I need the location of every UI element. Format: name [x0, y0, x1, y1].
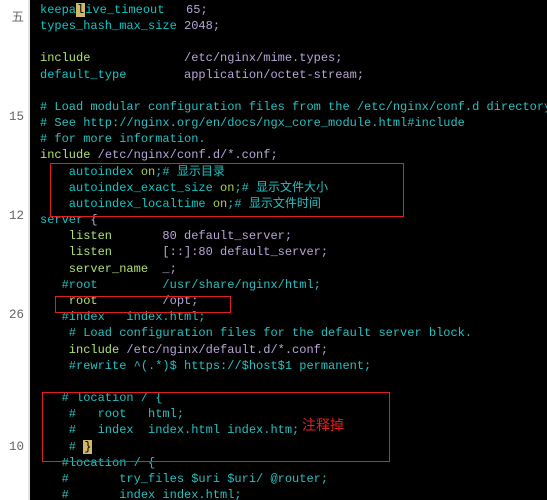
code-token: default_type: [40, 68, 126, 82]
gutter-row: 10: [0, 431, 28, 464]
code-token: ive_timeout: [85, 3, 164, 17]
code-line: #root /usr/share/nginx/html;: [40, 277, 541, 293]
code-line: # location / {: [40, 390, 541, 406]
code-line: #index index.html;: [40, 309, 541, 325]
code-line: autoindex_exact_size on;# 显示文件大小: [40, 180, 541, 196]
code-line: server {: [40, 212, 541, 228]
code-token: ;# 显示文件大小: [234, 181, 328, 195]
code-token: # for more information.: [40, 132, 206, 146]
code-token: 80 default_server;: [112, 229, 292, 243]
code-line: #location / {: [40, 455, 541, 471]
code-line: types_hash_max_size 2048;: [40, 18, 541, 34]
code-line: [40, 83, 541, 99]
code-line: # Load modular configuration files from …: [40, 99, 541, 115]
code-token: #: [40, 440, 83, 454]
code-token: /etc/nginx/conf.d/*.conf;: [90, 148, 277, 162]
code-token: 2048;: [177, 19, 220, 33]
code-token: server: [40, 213, 90, 227]
code-token: # Load modular configuration files from …: [40, 100, 547, 114]
code-token: root: [40, 294, 98, 308]
code-line: # Load configuration files for the defau…: [40, 325, 541, 341]
code-token: 65;: [164, 3, 207, 17]
code-token: listen: [40, 229, 112, 243]
code-token: on: [220, 181, 234, 195]
code-token: autoindex: [40, 165, 141, 179]
code-token: # See http://nginx.org/en/docs/ngx_core_…: [40, 116, 465, 130]
code-token: include: [40, 51, 90, 65]
code-token: /etc/nginx/default.d/*.conf;: [119, 343, 328, 357]
code-line: include /etc/nginx/mime.types;: [40, 50, 541, 66]
code-line: # try_files $uri $uri/ @router;: [40, 471, 541, 487]
code-token: autoindex_exact_size: [40, 181, 220, 195]
code-line: # }: [40, 439, 541, 455]
gutter-row: [0, 266, 28, 299]
code-token: # index index.html;: [40, 488, 242, 500]
code-token: #location / {: [40, 456, 155, 470]
code-line: root /opt;: [40, 293, 541, 309]
gutter-row: [0, 35, 28, 68]
code-line: default_type application/octet-stream;: [40, 67, 541, 83]
code-token: keepa: [40, 3, 76, 17]
gutter-row: [0, 233, 28, 266]
code-line: include /etc/nginx/conf.d/*.conf;: [40, 147, 541, 163]
code-line: #rewrite ^(.*)$ https://$host$1 permanen…: [40, 358, 541, 374]
code-token: [::]:80 default_server;: [112, 245, 328, 259]
code-token: listen: [40, 245, 112, 259]
gutter-row: 五: [0, 2, 28, 35]
gutter-row: 15: [0, 101, 28, 134]
code-token: #index index.html;: [40, 310, 206, 324]
code-line: keepalive_timeout 65;: [40, 2, 541, 18]
code-token: # index index.html index.htm;: [40, 423, 299, 437]
code-token: # root html;: [40, 407, 184, 421]
code-token: # Load configuration files for the defau…: [40, 326, 472, 340]
code-line: # index index.html index.htm;: [40, 422, 541, 438]
code-token: on: [141, 165, 155, 179]
gutter-row: [0, 398, 28, 431]
code-token: l: [76, 3, 85, 17]
code-line: # for more information.: [40, 131, 541, 147]
code-token: types_hash_max_size: [40, 19, 177, 33]
code-token: include: [40, 343, 119, 357]
code-token: ;# 显示目录: [155, 165, 225, 179]
code-token: _;: [148, 262, 177, 276]
code-line: server_name _;: [40, 261, 541, 277]
code-line: # See http://nginx.org/en/docs/ngx_core_…: [40, 115, 541, 131]
code-line: [40, 374, 541, 390]
gutter-row: 12: [0, 200, 28, 233]
line-number-gutter: 五 15 12 26 10: [0, 0, 28, 500]
code-line: # root html;: [40, 406, 541, 422]
screenshot-root: 五15122610 keepalive_timeout 65;types_has…: [0, 0, 547, 500]
code-line: [40, 34, 541, 50]
code-token: application/octet-stream;: [126, 68, 364, 82]
code-line: listen 80 default_server;: [40, 228, 541, 244]
code-editor[interactable]: keepalive_timeout 65;types_hash_max_size…: [30, 0, 547, 500]
code-line: listen [::]:80 default_server;: [40, 244, 541, 260]
code-token: /etc/nginx/mime.types;: [90, 51, 342, 65]
code-token: # location / {: [40, 391, 162, 405]
code-token: on: [213, 197, 227, 211]
gutter-row: [0, 167, 28, 200]
code-token: {: [90, 213, 97, 227]
code-token: }: [83, 440, 92, 454]
code-token: include: [40, 148, 90, 162]
code-token: server_name: [40, 262, 148, 276]
gutter-row: 26: [0, 299, 28, 332]
code-token: ;# 显示文件时间: [227, 197, 321, 211]
code-line: include /etc/nginx/default.d/*.conf;: [40, 342, 541, 358]
code-token: autoindex_localtime: [40, 197, 213, 211]
code-token: /opt;: [98, 294, 199, 308]
code-line: # index index.html;: [40, 487, 541, 500]
code-line: autoindex_localtime on;# 显示文件时间: [40, 196, 541, 212]
code-token: #rewrite ^(.*)$ https://$host$1 permanen…: [40, 359, 371, 373]
code-token: # try_files $uri $uri/ @router;: [40, 472, 328, 486]
code-line: autoindex on;# 显示目录: [40, 164, 541, 180]
gutter-row: [0, 332, 28, 365]
gutter-row: [0, 68, 28, 101]
gutter-row: [0, 365, 28, 398]
code-token: #root /usr/share/nginx/html;: [40, 278, 321, 292]
gutter-row: [0, 134, 28, 167]
